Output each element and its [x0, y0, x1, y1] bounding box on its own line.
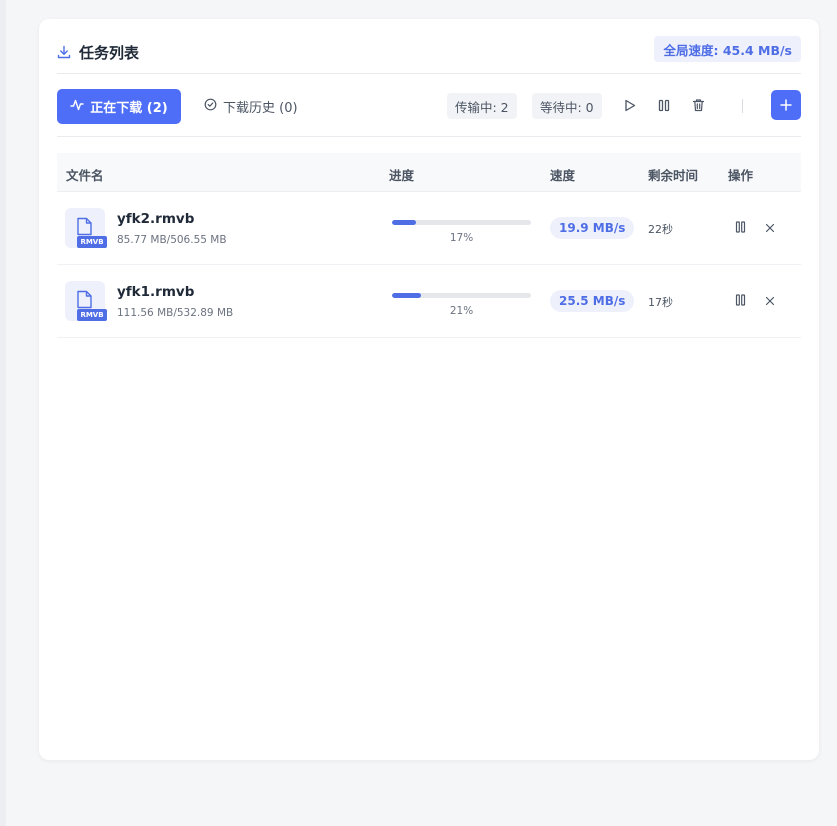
tab-downloading-label: 正在下载 (2): [90, 101, 168, 116]
tab-downloading[interactable]: 正在下载 (2): [57, 89, 181, 124]
progress-fill: [392, 293, 422, 298]
trash-icon: [692, 97, 705, 116]
close-icon: [765, 291, 775, 310]
remaining-time: 22秒: [648, 223, 673, 236]
pause-icon: [735, 291, 746, 310]
check-circle-icon: [204, 98, 217, 115]
pause-icon: [735, 218, 746, 237]
download-icon: [57, 45, 71, 59]
tab-history-label: 下载历史 (0): [223, 101, 298, 116]
file-icon: [77, 290, 92, 309]
activity-icon: [70, 98, 84, 116]
file-name: yfk1.rmvb: [117, 284, 195, 300]
speed-badge: 25.5 MB/s: [550, 290, 635, 312]
column-speed: 速度: [550, 168, 576, 183]
file-icon: [77, 217, 92, 236]
file-type-icon: RMVB: [65, 208, 107, 248]
toolbar: 正在下载 (2) 下载历史 (0) 传输中: 2 等待中: 0: [57, 89, 801, 137]
column-actions: 操作: [728, 168, 754, 183]
file-type-badge: RMVB: [77, 309, 107, 321]
column-remaining: 剩余时间: [648, 168, 699, 183]
file-type-icon: RMVB: [65, 281, 107, 321]
close-icon: [765, 218, 775, 237]
task-list-panel: 任务列表 全局速度: 45.4 MB/s 正在下载 (2) 下载历史 (0) 传…: [39, 19, 819, 760]
progress-fill: [392, 220, 416, 225]
progress-bar: [392, 293, 531, 298]
progress-bar: [392, 220, 531, 225]
cancel-task-button[interactable]: [761, 218, 779, 236]
transferring-count: 传输中: 2: [447, 93, 517, 119]
column-filename: 文件名: [66, 168, 104, 183]
pause-task-button[interactable]: [731, 218, 749, 236]
remaining-time: 17秒: [648, 296, 673, 309]
delete-all-button[interactable]: [687, 95, 709, 117]
page-title-text: 任务列表: [79, 43, 140, 62]
file-size: 111.56 MB/532.89 MB: [117, 307, 234, 319]
panel-header: 任务列表 全局速度: 45.4 MB/s: [57, 35, 801, 74]
toolbar-divider: [742, 99, 743, 113]
progress-percent: 17%: [449, 232, 474, 244]
table-header: 文件名 进度 速度 剩余时间 操作: [57, 153, 801, 192]
table-row: RMVB yfk2.rmvb 85.77 MB/506.55 MB 17% 19…: [57, 192, 801, 265]
pause-icon: [658, 97, 670, 116]
page-title: 任务列表: [57, 40, 139, 64]
pause-task-button[interactable]: [731, 291, 749, 309]
waiting-count: 等待中: 0: [532, 93, 602, 119]
speed-badge: 19.9 MB/s: [550, 217, 635, 239]
plus-icon: [780, 96, 792, 115]
task-table: 文件名 进度 速度 剩余时间 操作 RMVB yfk2.rmvb 85.77 M…: [57, 153, 801, 338]
pause-all-button[interactable]: [653, 95, 675, 117]
global-speed-badge: 全局速度: 45.4 MB/s: [654, 36, 801, 62]
start-all-button[interactable]: [619, 95, 641, 117]
play-icon: [624, 97, 636, 116]
add-task-button[interactable]: [771, 90, 801, 120]
file-name: yfk2.rmvb: [117, 211, 195, 227]
column-progress: 进度: [389, 168, 415, 183]
sidebar-edge: [0, 0, 6, 826]
tab-history[interactable]: 下载历史 (0): [204, 89, 298, 124]
file-size: 85.77 MB/506.55 MB: [117, 234, 227, 246]
progress-percent: 21%: [449, 305, 474, 317]
table-row: RMVB yfk1.rmvb 111.56 MB/532.89 MB 21% 2…: [57, 265, 801, 338]
file-type-badge: RMVB: [77, 236, 107, 248]
cancel-task-button[interactable]: [761, 291, 779, 309]
